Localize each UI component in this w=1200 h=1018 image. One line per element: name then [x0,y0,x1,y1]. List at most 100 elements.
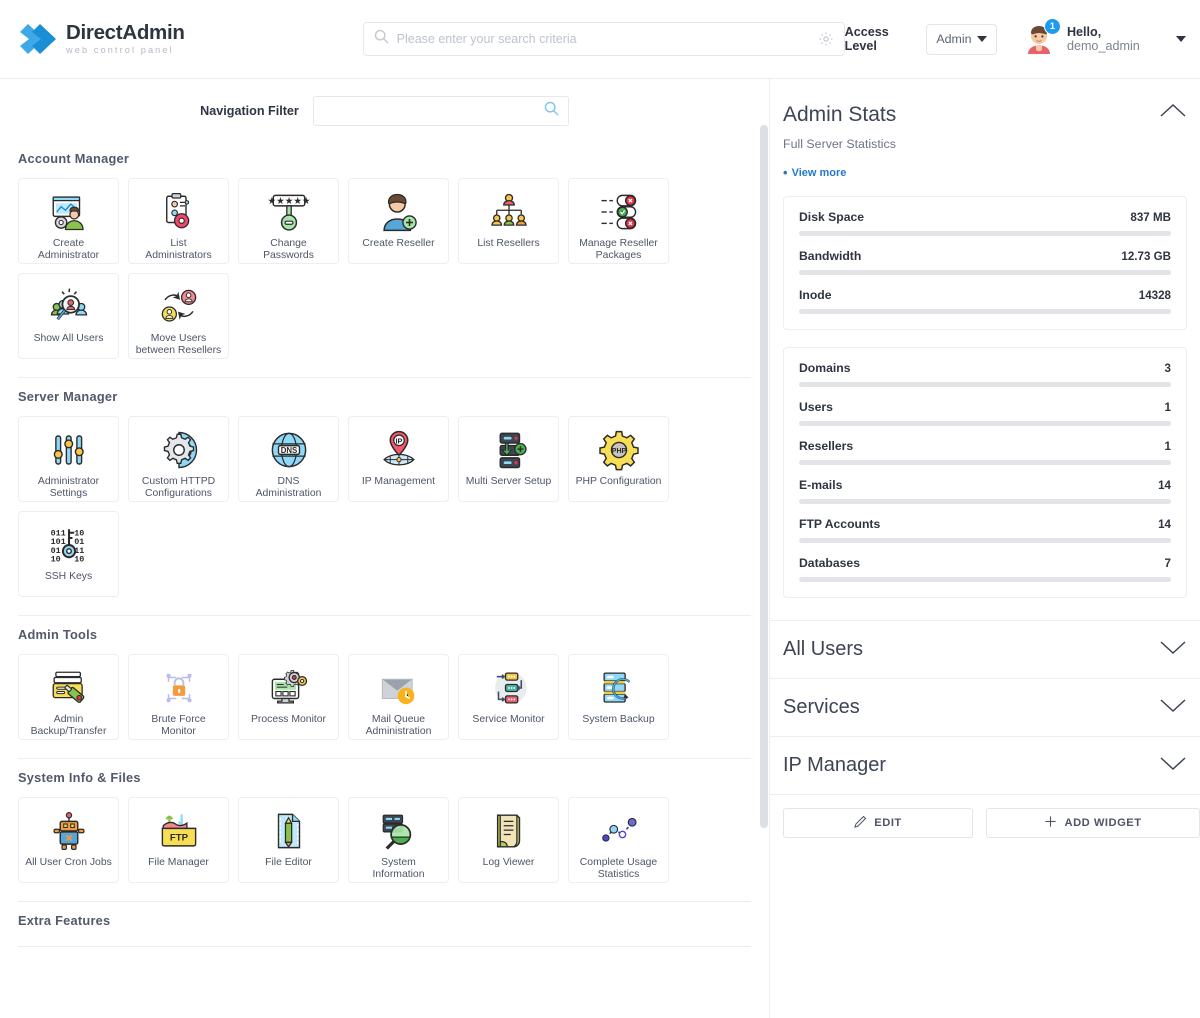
tile-service-monitor[interactable]: Service Monitor [458,654,559,740]
brute-force-monitor-icon [158,666,200,710]
tile-label: Admin Backup/Transfer [30,713,107,738]
logo-subtitle: web control panel [66,45,174,56]
tile-label: Process Monitor [250,714,327,725]
tile-log-viewer[interactable]: Log Viewer [458,797,559,883]
tile-brute-force-monitor[interactable]: Brute Force Monitor [128,654,229,740]
section-account-manager: Account Manager Create Administrator List… [0,151,769,378]
navigation-filter-input[interactable] [322,104,544,118]
tile-all-user-cron-jobs[interactable]: All User Cron Jobs [18,797,119,883]
stat-progress-bar [799,309,1171,314]
tile-system-backup[interactable]: System Backup [568,654,669,740]
accordion-title: Services [783,696,860,718]
tile-label: Complete Usage Statistics [579,856,658,881]
stat-name: Disk Space [799,210,865,224]
tile-label: SSH Keys [44,571,93,582]
chevron-up-icon[interactable] [1160,103,1186,123]
accordion-ip-manager[interactable]: IP Manager [770,737,1200,795]
chevron-down-icon[interactable] [1160,640,1186,660]
accordion-services[interactable]: Services [770,679,1200,737]
tile-move-users[interactable]: Move Users between Resellers [128,273,229,359]
tile-custom-httpd[interactable]: Custom HTTPD Configurations [128,416,229,502]
gear-icon[interactable] [818,31,834,47]
search-input[interactable] [388,32,818,46]
user-menu-chevron-down-icon[interactable] [1176,36,1186,42]
tile-process-monitor[interactable]: Process Monitor [238,654,339,740]
page-body: Navigation Filter Account Manager Create… [0,79,1200,1018]
stat-progress-bar [799,538,1171,543]
main-scrollbar[interactable] [760,125,768,828]
navigation-filter-box[interactable] [312,96,569,126]
create-reseller-icon [378,190,420,234]
stat-row: Domains 3 [799,361,1171,387]
edit-button[interactable]: EDIT [783,808,974,838]
tile-label: Create Administrator [37,237,100,262]
all-user-cron-jobs-icon [48,809,90,853]
tile-label: Create Reseller [362,238,435,249]
tile-php-configuration[interactable]: PHP PHP Configuration [568,416,669,502]
access-level-value: Admin [936,32,972,46]
tile-dns-administration[interactable]: DNS DNS Administration [238,416,339,502]
brand-logo[interactable]: DirectAdmin web control panel [18,22,351,56]
add-widget-button-label: ADD WIDGET [1064,817,1142,829]
tile-show-all-users[interactable]: Show All Users [18,273,119,359]
custom-httpd-icon [158,428,200,472]
svg-text:IP: IP [395,436,402,445]
tile-file-editor[interactable]: File Editor [238,797,339,883]
avatar[interactable]: 1 [1024,18,1061,54]
tile-manage-reseller-packages[interactable]: Manage Reseller Packages [568,178,669,264]
tile-ip-management[interactable]: IP IP Management [348,416,449,502]
stat-row: Users 1 [799,400,1171,426]
stat-progress-bar [799,231,1171,236]
tile-create-reseller[interactable]: Create Reseller [348,178,449,264]
stat-name: Bandwidth [799,249,862,263]
tile-label: System Information [372,856,425,881]
tile-admin-backup-transfer[interactable]: Admin Backup/Transfer [18,654,119,740]
main-scroll-area: Navigation Filter Account Manager Create… [0,79,769,1018]
tile-label: IP Management [361,476,436,487]
chevron-down-icon[interactable] [1160,756,1186,776]
svg-text:FTP: FTP [169,833,188,844]
tile-complete-usage-statistics[interactable]: Complete Usage Statistics [568,797,669,883]
stat-value: 14328 [1138,289,1171,302]
access-level-select[interactable]: Admin [926,23,997,55]
tile-label: PHP Configuration [575,476,662,487]
list-resellers-icon [488,190,530,234]
global-search[interactable] [362,22,845,56]
tile-label: File Manager [148,857,209,868]
stat-row: Inode 14328 [799,288,1171,314]
tile-system-information[interactable]: System Information [348,797,449,883]
directadmin-logo-icon [18,22,56,56]
stat-progress-bar [799,577,1171,582]
stat-row: Resellers 1 [799,439,1171,465]
tile-administrator-settings[interactable]: Administrator Settings [18,416,119,502]
chevron-down-icon[interactable] [1160,698,1186,718]
accordion-all-users[interactable]: All Users [770,621,1200,679]
system-backup-icon [598,666,640,710]
chevron-down-icon [976,36,987,42]
tile-file-manager[interactable]: FTP File Manager [128,797,229,883]
tile-list-administrators[interactable]: List Administrators [128,178,229,264]
view-more-link[interactable]: • View more [770,151,1200,179]
stat-value: 3 [1164,362,1171,375]
tile-list-resellers[interactable]: List Resellers [458,178,559,264]
svg-text:10: 10 [74,555,84,565]
stat-row: FTP Accounts 14 [799,517,1171,543]
tile-multi-server-setup[interactable]: Multi Server Setup [458,416,559,502]
tile-ssh-keys[interactable]: 011 10 101 01 01 11 10 10 SSH Keys [18,511,119,597]
section-title: Account Manager [18,151,130,166]
search-icon[interactable] [544,101,559,121]
tile-grid: Administrator Settings Custom HTTPD Config… [18,416,751,597]
tile-mail-queue[interactable]: Mail Queue Administration [348,654,449,740]
dns-administration-icon: DNS [268,428,310,472]
stats-card-usage: Disk Space 837 MB Bandwidth 12.73 GB Inode 14… [783,196,1187,330]
stat-value: 837 MB [1130,211,1171,224]
tile-create-administrator[interactable]: Create Administrator [18,178,119,264]
svg-text:PHP: PHP [611,448,626,455]
user-greeting: Hello, demo_admin [1067,25,1165,53]
stat-progress-bar [799,382,1171,387]
manage-reseller-packages-icon [598,190,640,234]
view-more-label: View more [791,166,847,179]
tile-grid: Admin Backup/Transfer Brute Force Monitor … [18,654,751,740]
add-widget-button[interactable]: ADD WIDGET [986,808,1200,838]
tile-change-passwords[interactable]: ★★★★★ Change Passwords [238,178,339,264]
